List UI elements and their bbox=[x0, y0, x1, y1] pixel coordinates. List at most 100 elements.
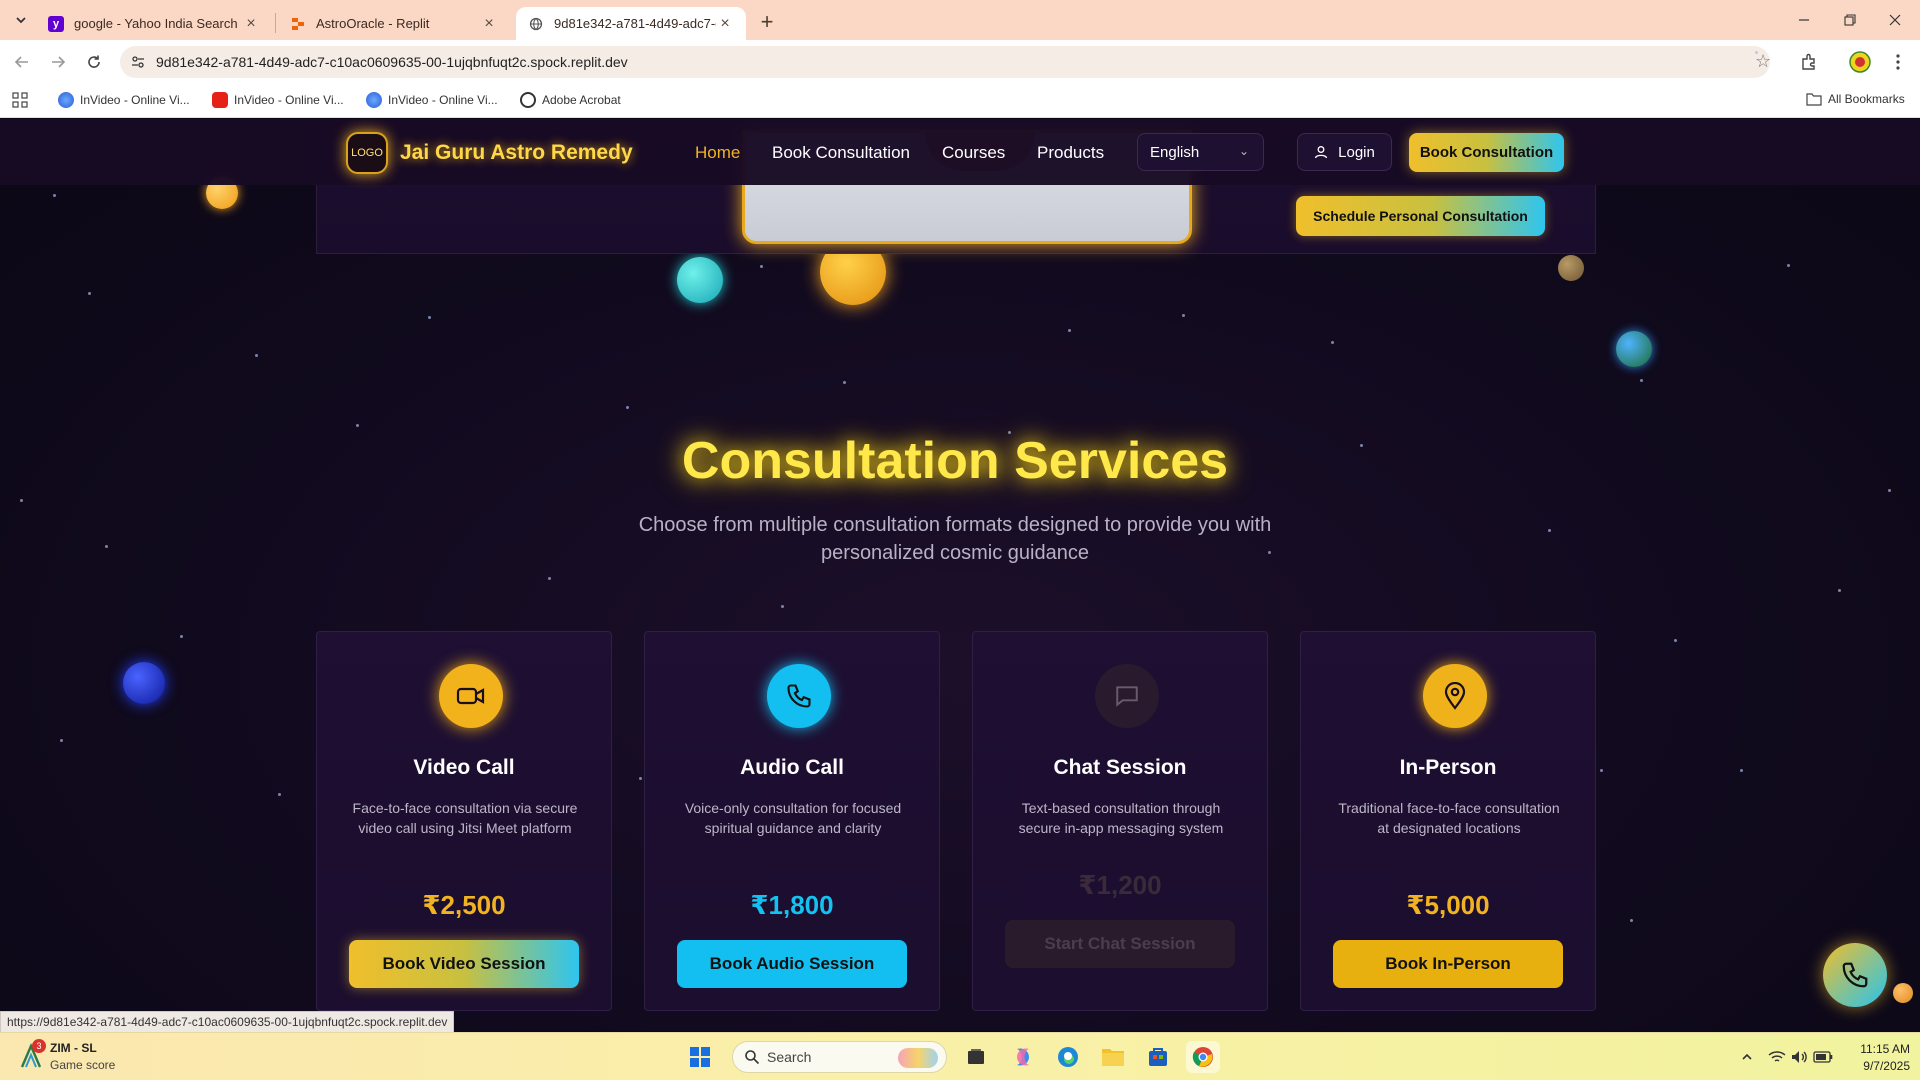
star-decoration bbox=[639, 777, 642, 780]
start-chat-session-button[interactable]: Start Chat Session bbox=[1005, 920, 1235, 968]
service-card-chat: Chat Session Text-based consultation thr… bbox=[972, 631, 1268, 1011]
battery-icon[interactable] bbox=[1806, 1041, 1840, 1073]
login-label: Login bbox=[1338, 143, 1375, 161]
tab-search-button[interactable] bbox=[10, 9, 32, 31]
star-decoration bbox=[1548, 529, 1551, 532]
bookmark-label: InVideo - Online Vi... bbox=[388, 93, 498, 107]
chrome-icon[interactable] bbox=[1186, 1041, 1220, 1073]
tab-title: AstroOracle - Replit bbox=[316, 16, 430, 31]
logo[interactable]: LOGO bbox=[346, 132, 388, 174]
tab-divider bbox=[275, 13, 276, 33]
book-consultation-cta[interactable]: Book Consultation bbox=[1409, 133, 1564, 172]
url-text[interactable]: 9d81e342-a781-4d49-adc7-c10ac0609635-00-… bbox=[156, 54, 628, 70]
planet-decoration bbox=[1558, 255, 1584, 281]
map-pin-icon bbox=[1423, 664, 1487, 728]
windows-taskbar: 3 ZIM - SL Game score Search 11:15 AM 9/… bbox=[0, 1032, 1920, 1080]
restore-button[interactable] bbox=[1837, 8, 1863, 32]
browser-tab-bar: y google - Yahoo India Search Re × Astro… bbox=[0, 0, 1920, 40]
card-title: Audio Call bbox=[740, 756, 844, 779]
star-decoration bbox=[1838, 589, 1841, 592]
profile-avatar[interactable] bbox=[1848, 50, 1872, 74]
section-title: Consultation Services bbox=[681, 432, 1229, 490]
card-title: Chat Session bbox=[1053, 756, 1187, 779]
clock-time[interactable]: 11:15 AM bbox=[1848, 1042, 1910, 1056]
star-decoration bbox=[180, 635, 183, 638]
taskbar-search[interactable]: Search bbox=[732, 1041, 947, 1073]
close-window-button[interactable] bbox=[1882, 8, 1908, 32]
card-title: In-Person bbox=[1399, 756, 1497, 779]
globe-icon bbox=[528, 16, 544, 32]
brand-name[interactable]: Jai Guru Astro Remedy bbox=[400, 141, 633, 165]
service-card-audio: Audio Call Voice-only consultation for f… bbox=[644, 631, 940, 1011]
task-view-icon[interactable] bbox=[959, 1041, 993, 1073]
tab-replit[interactable]: AstroOracle - Replit × bbox=[278, 7, 510, 40]
file-explorer-icon[interactable] bbox=[1096, 1041, 1130, 1073]
book-audio-session-button[interactable]: Book Audio Session bbox=[677, 940, 907, 988]
nav-home[interactable]: Home bbox=[695, 143, 740, 163]
bookmark-item[interactable]: InVideo - Online Vi... bbox=[58, 92, 190, 108]
card-description: Face-to-face consultation via secure vid… bbox=[352, 800, 578, 836]
tab-active-page[interactable]: 9d81e342-a781-4d49-adc7-c10 × bbox=[516, 7, 746, 40]
kebab-menu-icon[interactable] bbox=[1886, 50, 1910, 74]
book-in-person-button[interactable]: Book In-Person bbox=[1333, 940, 1563, 988]
weather-widget-icon[interactable]: 3 bbox=[18, 1039, 46, 1069]
minimize-button[interactable] bbox=[1791, 8, 1817, 32]
floating-call-button[interactable] bbox=[1823, 943, 1887, 1007]
star-decoration bbox=[1068, 329, 1071, 332]
bookmark-label: InVideo - Online Vi... bbox=[234, 93, 344, 107]
nav-products[interactable]: Products bbox=[1037, 143, 1104, 163]
bookmark-label: InVideo - Online Vi... bbox=[80, 93, 190, 107]
forward-button[interactable] bbox=[46, 50, 70, 74]
chevron-up-icon[interactable] bbox=[1730, 1041, 1764, 1073]
chat-bubble-icon bbox=[1095, 664, 1159, 728]
address-bar[interactable]: 9d81e342-a781-4d49-adc7-c10ac0609635-00-… bbox=[120, 46, 1771, 78]
bookmark-item[interactable]: InVideo - Online Vi... bbox=[366, 92, 498, 108]
card-price: ₹1,200 bbox=[1078, 870, 1162, 900]
schedule-consultation-button[interactable]: Schedule Personal Consultation bbox=[1296, 196, 1545, 236]
login-button[interactable]: Login bbox=[1297, 133, 1392, 171]
all-bookmarks[interactable]: All Bookmarks bbox=[1806, 92, 1905, 106]
close-icon bbox=[1889, 14, 1901, 26]
new-tab-button[interactable]: + bbox=[756, 9, 778, 35]
service-card-in-person: In-Person Traditional face-to-face consu… bbox=[1300, 631, 1596, 1011]
card-description: Text-based consultation through secure i… bbox=[1018, 800, 1224, 836]
star-decoration bbox=[548, 577, 551, 580]
star-decoration bbox=[1674, 639, 1677, 642]
site-info-icon[interactable] bbox=[130, 54, 146, 75]
copilot-icon[interactable] bbox=[1006, 1041, 1040, 1073]
bookmark-item[interactable]: InVideo - Online Vi... bbox=[212, 92, 344, 108]
star-decoration bbox=[1640, 379, 1643, 382]
browser-toolbar: 9d81e342-a781-4d49-adc7-c10ac0609635-00-… bbox=[0, 40, 1920, 84]
close-icon[interactable]: × bbox=[716, 15, 734, 33]
edge-icon[interactable] bbox=[1051, 1041, 1085, 1073]
planet-decoration bbox=[1616, 331, 1652, 367]
card-description: Voice-only consultation for focused spir… bbox=[684, 800, 902, 836]
web-page: Schedule Personal Consultation LOGO Jai … bbox=[0, 119, 1920, 1031]
nav-book-consultation[interactable]: Book Consultation bbox=[772, 143, 910, 163]
tab-yahoo[interactable]: y google - Yahoo India Search Re × bbox=[36, 7, 272, 40]
language-select[interactable]: English ⌄ bbox=[1137, 133, 1264, 171]
microsoft-store-icon[interactable] bbox=[1141, 1041, 1175, 1073]
star-decoration bbox=[626, 406, 629, 409]
bookmark-item[interactable]: Adobe Acrobat bbox=[520, 92, 621, 108]
star-decoration bbox=[1600, 769, 1603, 772]
folder-icon bbox=[1806, 93, 1822, 106]
back-button[interactable] bbox=[10, 50, 34, 74]
bookmark-label: Adobe Acrobat bbox=[542, 93, 621, 107]
user-icon bbox=[1314, 146, 1328, 159]
planet-decoration bbox=[677, 257, 723, 303]
star-decoration bbox=[105, 545, 108, 548]
star-decoration bbox=[53, 194, 56, 197]
windows-start-button[interactable] bbox=[683, 1041, 717, 1073]
apps-grid-icon[interactable] bbox=[12, 92, 28, 108]
bookmark-star-icon[interactable]: ☆ bbox=[1755, 51, 1771, 71]
close-icon[interactable]: × bbox=[480, 15, 498, 33]
reload-button[interactable] bbox=[82, 50, 106, 74]
widget-title[interactable]: ZIM - SL bbox=[50, 1041, 97, 1055]
book-video-session-button[interactable]: Book Video Session bbox=[349, 940, 579, 988]
clock-date[interactable]: 9/7/2025 bbox=[1848, 1059, 1910, 1073]
extensions-icon[interactable] bbox=[1797, 50, 1821, 74]
close-icon[interactable]: × bbox=[242, 15, 260, 33]
nav-courses[interactable]: Courses bbox=[942, 143, 1005, 163]
star-decoration bbox=[60, 739, 63, 742]
